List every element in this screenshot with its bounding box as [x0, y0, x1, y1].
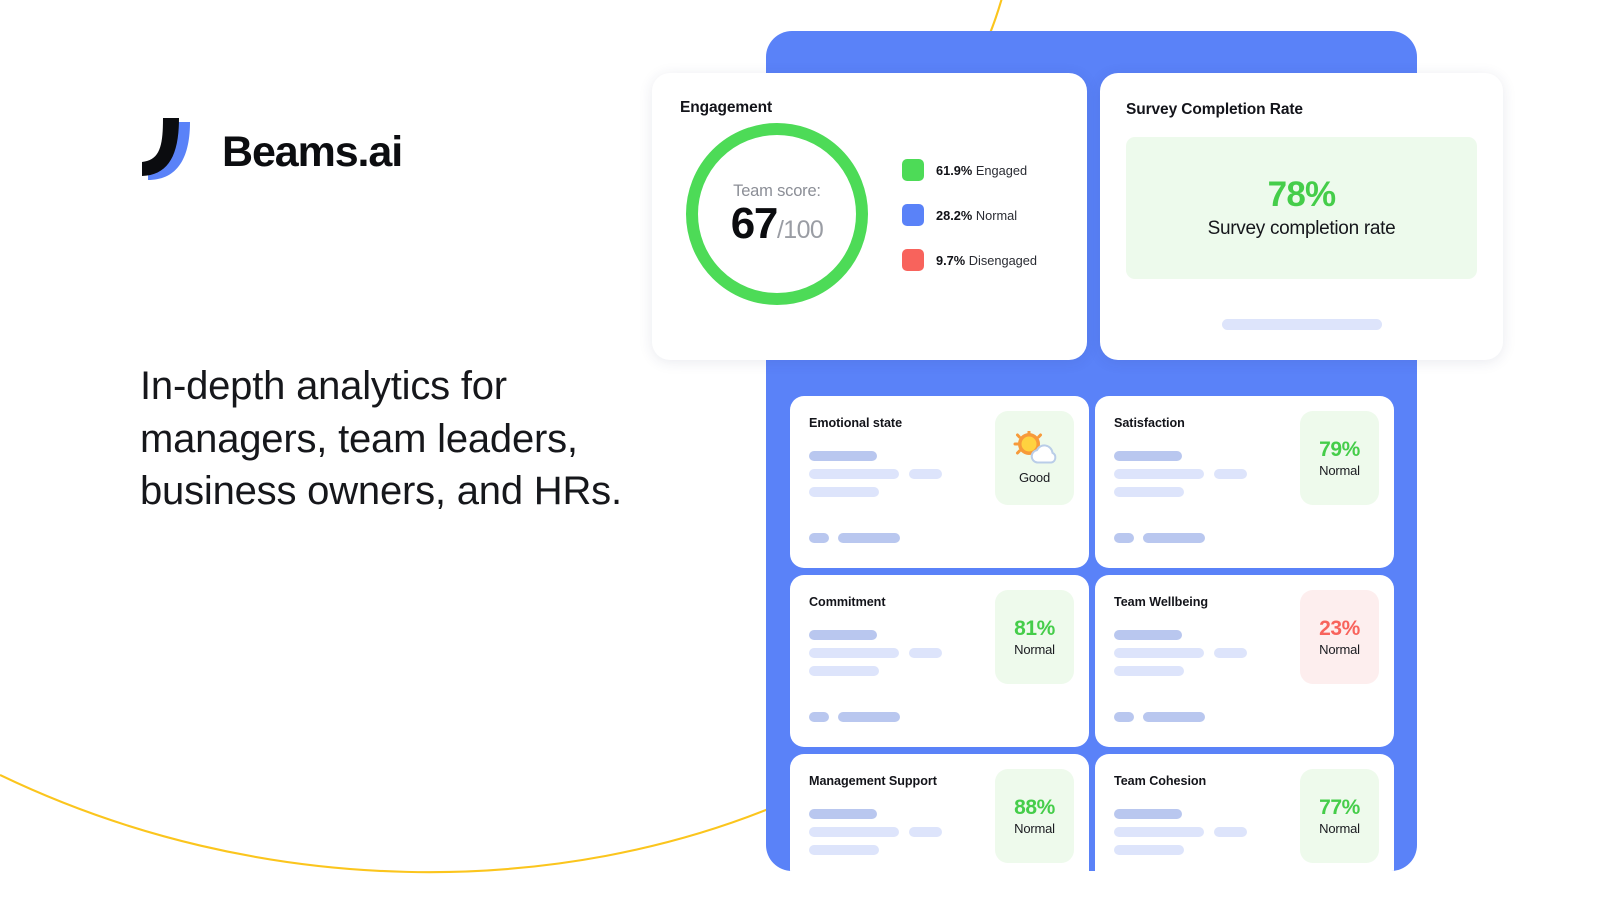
- legend-label-disengaged: 9.7% Disengaged: [936, 252, 1038, 268]
- team-score-denominator: /100: [776, 216, 824, 244]
- page-headline: In-depth analytics for managers, team le…: [140, 364, 622, 513]
- survey-progress-placeholder: [1221, 319, 1382, 330]
- engagement-card[interactable]: Engagement Team score: 67 /100 61.9% Eng…: [652, 73, 1087, 360]
- survey-completion-card[interactable]: Survey Completion Rate 78% Survey comple…: [1100, 73, 1503, 360]
- beams-swoosh-logo-icon: [138, 116, 206, 188]
- brand-name: Beams.ai: [222, 127, 403, 176]
- legend-label-normal: 28.2% Normal: [936, 207, 1018, 223]
- engagement-card-title: Engagement: [680, 99, 773, 116]
- survey-caption: Survey completion rate: [1207, 217, 1396, 239]
- legend-swatch-engaged: [902, 159, 924, 181]
- legend-swatch-disengaged: [902, 249, 924, 271]
- legend-item: 9.7% Disengaged: [902, 249, 1037, 271]
- top-cards-row: Engagement Team score: 67 /100 61.9% Eng…: [652, 73, 1503, 360]
- donut-center: Team score: 67 /100: [686, 123, 868, 305]
- survey-card-title: Survey Completion Rate: [1126, 101, 1303, 118]
- team-score-number: 67: [730, 199, 779, 248]
- team-score-value-group: 67 /100: [730, 199, 824, 248]
- hero-text-column: Beams.ai In-depth analytics for managers…: [138, 112, 698, 513]
- legend-swatch-normal: [902, 204, 924, 226]
- engagement-donut-chart: Team score: 67 /100: [686, 123, 868, 305]
- brand-logo: Beams.ai: [138, 112, 698, 192]
- survey-metric-box: 78% Survey completion rate: [1126, 137, 1477, 279]
- legend-item: 61.9% Engaged: [902, 159, 1037, 181]
- survey-percent: 78%: [1267, 174, 1336, 214]
- legend-label-engaged: 61.9% Engaged: [936, 162, 1028, 178]
- engagement-legend: 61.9% Engaged 28.2% Normal 9.7% Disengag…: [902, 159, 1037, 271]
- legend-item: 28.2% Normal: [902, 204, 1037, 226]
